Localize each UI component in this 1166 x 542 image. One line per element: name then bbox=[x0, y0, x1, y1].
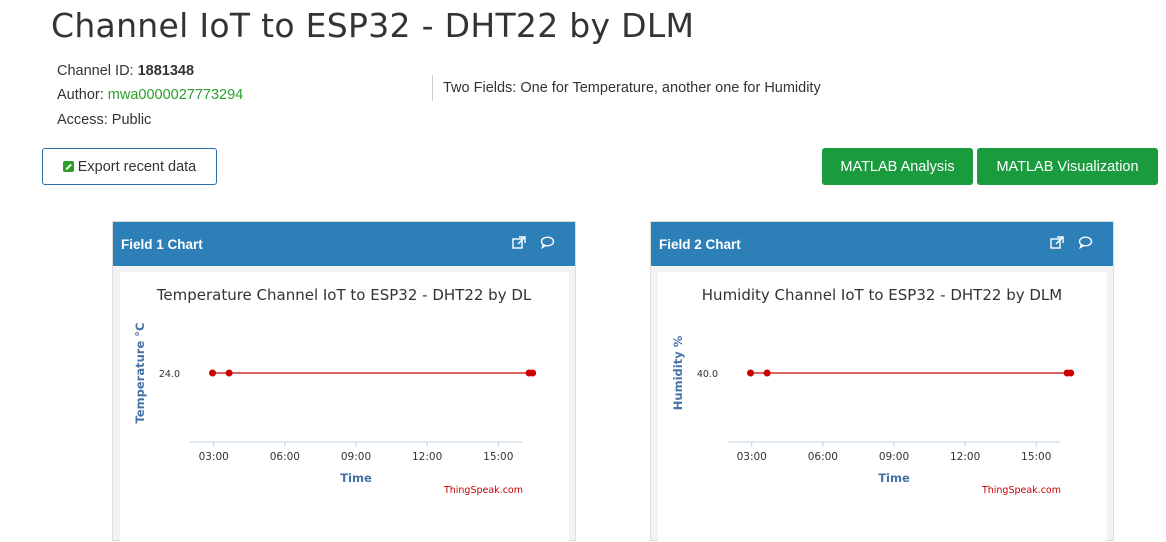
x-tick-label: 03:00 bbox=[199, 451, 229, 463]
external-link-icon[interactable] bbox=[1050, 235, 1064, 253]
access-value: Public bbox=[111, 112, 152, 128]
matlab-analysis-button[interactable]: MATLAB Analysis bbox=[822, 148, 973, 185]
field-1-chart-panel: Field 1 Chart Temperature Channel IoT to… bbox=[112, 221, 576, 542]
panel-header: Field 2 Chart bbox=[651, 222, 1113, 266]
matlab-visualization-button[interactable]: MATLAB Visualization bbox=[977, 148, 1158, 185]
export-label: Export recent data bbox=[77, 158, 197, 175]
x-tick-label: 03:00 bbox=[737, 451, 767, 463]
x-tick-label: 06:00 bbox=[808, 451, 838, 463]
access-line: Access: Public bbox=[57, 112, 151, 128]
x-tick-label: 12:00 bbox=[950, 451, 980, 463]
data-point bbox=[763, 369, 771, 377]
y-axis-label: Temperature °C bbox=[133, 323, 147, 424]
matlab-visualization-label: MATLAB Visualization bbox=[996, 158, 1139, 175]
x-tick-label: 09:00 bbox=[879, 451, 909, 463]
panel-title: Field 2 Chart bbox=[659, 236, 741, 252]
x-tick-label: 12:00 bbox=[412, 451, 442, 463]
matlab-analysis-label: MATLAB Analysis bbox=[840, 158, 955, 175]
y-tick-label: 24.0 bbox=[159, 369, 180, 380]
data-point bbox=[1067, 369, 1075, 377]
panel-header: Field 1 Chart bbox=[113, 222, 575, 266]
access-label: Access: bbox=[57, 112, 108, 128]
comment-icon[interactable] bbox=[1078, 236, 1093, 252]
comment-icon[interactable] bbox=[540, 236, 555, 252]
x-tick-label: 06:00 bbox=[270, 451, 300, 463]
data-point bbox=[529, 369, 537, 377]
x-tick-label: 15:00 bbox=[483, 451, 513, 463]
export-icon bbox=[62, 161, 74, 172]
chart-area: Humidity Channel IoT to ESP32 - DHT22 by… bbox=[658, 272, 1107, 542]
y-axis-label: Humidity % bbox=[671, 335, 685, 410]
temperature-chart: Temperature Channel IoT to ESP32 - DHT22… bbox=[133, 286, 537, 496]
page-title: Channel IoT to ESP32 - DHT22 by DLM bbox=[51, 6, 695, 45]
data-point bbox=[225, 369, 233, 377]
chart-title: Humidity Channel IoT to ESP32 - DHT22 by… bbox=[702, 286, 1062, 304]
chart-title: Temperature Channel IoT to ESP32 - DHT22… bbox=[156, 286, 532, 304]
data-point bbox=[747, 369, 755, 377]
channel-description: Two Fields: One for Temperature, another… bbox=[432, 75, 821, 101]
panel-title: Field 1 Chart bbox=[121, 236, 203, 252]
channel-id-line: Channel ID: 1881348 bbox=[57, 63, 194, 79]
x-tick-label: 09:00 bbox=[341, 451, 371, 463]
author-label: Author: bbox=[57, 87, 104, 103]
data-point bbox=[209, 369, 217, 377]
export-recent-data-button[interactable]: Export recent data bbox=[42, 148, 217, 185]
author-line: Author: mwa0000027773294 bbox=[57, 87, 243, 103]
x-axis-label: Time bbox=[878, 471, 910, 485]
channel-id-label: Channel ID: bbox=[57, 63, 134, 79]
chart-credit: ThingSpeak.com bbox=[981, 485, 1061, 496]
y-tick-label: 40.0 bbox=[697, 369, 718, 380]
x-tick-label: 15:00 bbox=[1021, 451, 1051, 463]
x-axis-label: Time bbox=[340, 471, 372, 485]
external-link-icon[interactable] bbox=[512, 235, 526, 253]
chart-credit: ThingSpeak.com bbox=[443, 485, 523, 496]
humidity-chart: Humidity Channel IoT to ESP32 - DHT22 by… bbox=[671, 286, 1075, 496]
channel-id-value: 1881348 bbox=[137, 63, 195, 79]
author-link[interactable]: mwa0000027773294 bbox=[108, 87, 243, 103]
field-2-chart-panel: Field 2 Chart Humidity Channel IoT to ES… bbox=[650, 221, 1114, 542]
chart-area: Temperature Channel IoT to ESP32 - DHT22… bbox=[120, 272, 569, 542]
